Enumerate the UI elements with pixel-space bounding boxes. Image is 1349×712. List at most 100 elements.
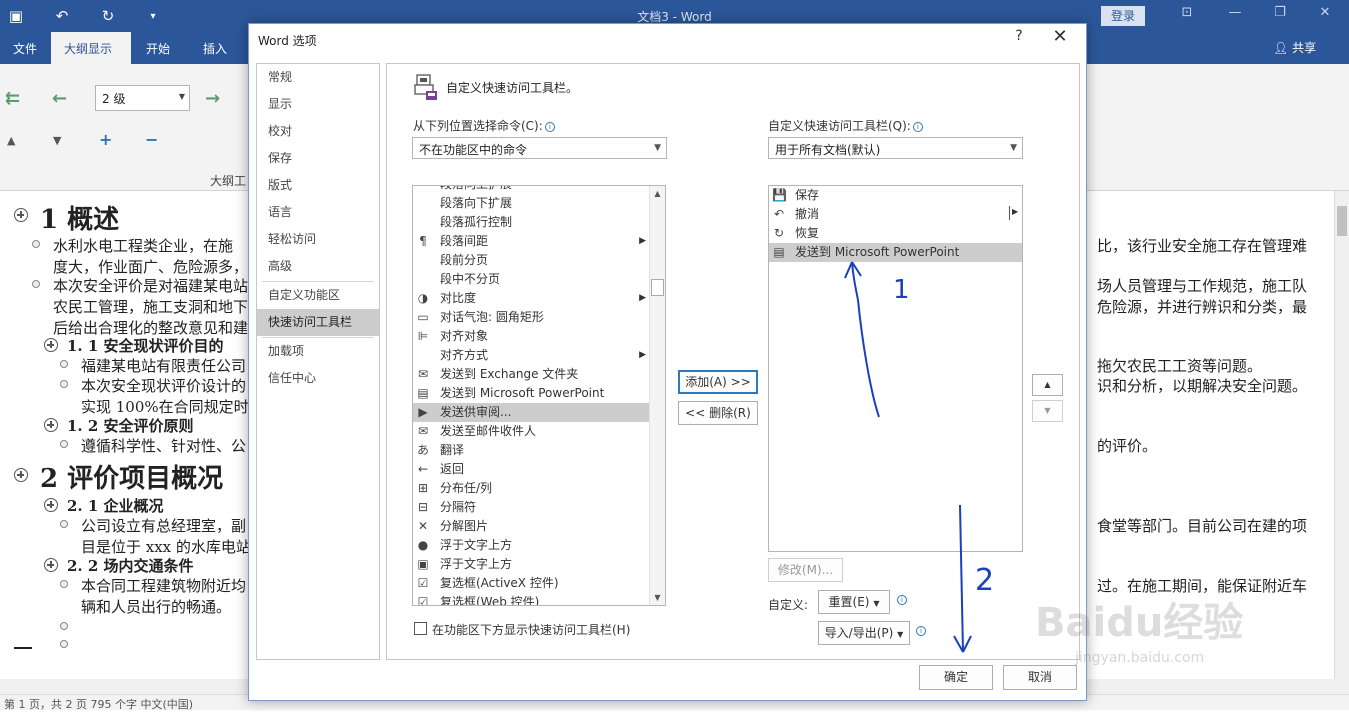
command-item[interactable]: ☑ 复选框(ActiveX 控件) xyxy=(413,574,650,593)
paragraph: 农民工管理，施工支洞和地下 xyxy=(53,298,249,316)
expand-heading-icon[interactable] xyxy=(44,338,58,352)
promote-to-heading1-icon[interactable]: ⇇ xyxy=(5,88,20,109)
qat-item[interactable]: ↶ 撤消 xyxy=(769,205,1022,224)
nav-item-general[interactable]: 常规 xyxy=(257,64,379,91)
command-item[interactable]: 段中不分页 xyxy=(413,270,650,289)
expand-heading-icon[interactable] xyxy=(14,468,28,482)
expand-icon[interactable]: + xyxy=(99,130,112,149)
show-below-ribbon-checkbox[interactable] xyxy=(414,622,427,635)
paragraph: 度大，作业面广、危险源多， xyxy=(53,258,249,276)
ok-button[interactable]: 确定 xyxy=(919,665,993,690)
command-item[interactable]: 段落向上扩展 xyxy=(413,186,650,194)
close-window-icon[interactable]: ✕ xyxy=(1310,5,1340,25)
cancel-button[interactable]: 取消 xyxy=(1003,665,1077,690)
move-down-icon[interactable]: ▼ xyxy=(53,134,61,147)
command-item[interactable]: 段落向下扩展 xyxy=(413,194,650,213)
maximize-icon[interactable]: ❐ xyxy=(1265,5,1295,25)
command-label: 发送供审阅... xyxy=(440,405,512,419)
move-down-button[interactable]: ▼ xyxy=(1032,400,1063,422)
reset-button[interactable]: 重置(E) ▼ xyxy=(818,590,890,614)
commands-list[interactable]: 段落向上扩展段落向下扩展段落孤行控制 ¶ 段落间距 ▶ 段前分页段中不分页 ◑ 对比度 ▶ ▭ 对… xyxy=(412,185,666,606)
help-icon[interactable]: ? xyxy=(1009,28,1029,44)
promote-icon[interactable]: ← xyxy=(52,88,67,109)
tab-insert[interactable]: 插入 xyxy=(190,32,240,64)
commands-list-scrollbar[interactable]: ▲ ▼ xyxy=(649,186,665,605)
command-item[interactable]: ⊫ 对齐对象 xyxy=(413,327,650,346)
info-icon[interactable]: i xyxy=(544,122,555,132)
nav-item-typography[interactable]: 版式 xyxy=(257,172,379,199)
demote-icon[interactable]: → xyxy=(205,88,220,109)
import-export-button[interactable]: 导入/导出(P) ▼ xyxy=(818,621,910,645)
command-item[interactable]: ← 返回 xyxy=(413,460,650,479)
minimize-icon[interactable]: — xyxy=(1220,5,1250,25)
command-item[interactable]: 段落孤行控制 xyxy=(413,213,650,232)
tab-home[interactable]: 开始 xyxy=(133,32,183,64)
paragraph: 本次安全现状评价设计的 xyxy=(81,377,247,395)
vertical-scrollbar[interactable] xyxy=(1334,191,1349,679)
modify-button[interactable]: 修改(M)... xyxy=(768,558,843,582)
qat-item[interactable]: ▤ 发送到 Microsoft PowerPoint xyxy=(769,243,1022,262)
command-item[interactable]: ¶ 段落间距 ▶ xyxy=(413,232,650,251)
command-item[interactable]: 段前分页 xyxy=(413,251,650,270)
command-item[interactable]: ⊞ 分布任/列 xyxy=(413,479,650,498)
qat-item[interactable]: ↻ 恢复 xyxy=(769,224,1022,243)
collapse-icon[interactable]: − xyxy=(145,130,158,149)
share-button[interactable]: 👤︎ 共享 xyxy=(1273,32,1316,64)
command-item[interactable]: ▶ 发送供审阅... xyxy=(413,403,650,422)
scroll-down-icon[interactable]: ▼ xyxy=(650,590,665,605)
add-button[interactable]: 添加(A) >> xyxy=(678,370,758,394)
ribbon-display-icon[interactable]: ⊡ xyxy=(1172,5,1202,25)
command-item[interactable]: ✕ 分解图片 xyxy=(413,517,650,536)
command-item[interactable]: ⊟ 分隔符 xyxy=(413,498,650,517)
command-item[interactable]: ◑ 对比度 ▶ xyxy=(413,289,650,308)
move-up-button[interactable]: ▲ xyxy=(1032,374,1063,396)
nav-item-advanced[interactable]: 高级 xyxy=(257,253,379,280)
qat-item[interactable]: 💾 保存 xyxy=(769,186,1022,205)
nav-item-customize-ribbon[interactable]: 自定义功能区 xyxy=(257,282,379,309)
expand-heading-icon[interactable] xyxy=(44,558,58,572)
command-icon: ● xyxy=(417,538,429,552)
nav-item-accessibility[interactable]: 轻松访问 xyxy=(257,226,379,253)
choose-commands-select[interactable]: 不在功能区中的命令 ▼ xyxy=(412,137,667,159)
expand-heading-icon[interactable] xyxy=(14,208,28,222)
nav-item-trust-center[interactable]: 信任中心 xyxy=(257,365,379,392)
login-button[interactable]: 登录 xyxy=(1101,6,1145,26)
command-item[interactable]: 对齐方式 ▶ xyxy=(413,346,650,365)
info-icon[interactable]: i xyxy=(912,122,923,132)
info-icon[interactable]: i xyxy=(897,595,907,605)
command-label: 复选框(Web 控件) xyxy=(440,595,540,606)
outline-level-select[interactable]: 2 级 ▼ xyxy=(95,85,190,111)
submenu-arrow-icon: ▶ xyxy=(639,350,646,360)
remove-button[interactable]: << 删除(R) xyxy=(678,401,758,425)
expand-heading-icon[interactable] xyxy=(44,418,58,432)
command-item[interactable]: ▤ 发送到 Microsoft PowerPoint xyxy=(413,384,650,403)
nav-item-addins[interactable]: 加载项 xyxy=(257,338,379,365)
info-icon[interactable]: i xyxy=(916,626,926,636)
close-icon[interactable]: ✕ xyxy=(1049,26,1071,47)
scroll-thumb[interactable] xyxy=(651,279,664,296)
command-item[interactable]: ▭ 对话气泡: 圆角矩形 xyxy=(413,308,650,327)
nav-item-display[interactable]: 显示 xyxy=(257,91,379,118)
command-label: 段落向下扩展 xyxy=(440,196,513,210)
command-item[interactable]: あ翻译 xyxy=(413,441,650,460)
scroll-thumb[interactable] xyxy=(1337,206,1347,236)
command-item[interactable]: ✉ 发送到 Exchange 文件夹 xyxy=(413,365,650,384)
nav-item-language[interactable]: 语言 xyxy=(257,199,379,226)
command-item[interactable]: ▣ 浮于文字上方 xyxy=(413,555,650,574)
command-icon: ¶ xyxy=(419,234,427,248)
chevron-down-icon: ▼ xyxy=(897,630,904,639)
customize-qat-select[interactable]: 用于所有文档(默认) ▼ xyxy=(768,137,1023,159)
tab-file[interactable]: 文件 xyxy=(0,32,50,64)
tab-outline[interactable]: 大纲显示 xyxy=(51,32,131,64)
qat-commands-list[interactable]: 💾 保存 ↶ 撤消 ↻ 恢复 ▤ 发送到 Microsoft PowerPoint ▶ xyxy=(768,185,1023,552)
command-item[interactable]: ✉ 发送至邮件收件人 xyxy=(413,422,650,441)
show-below-ribbon-label: 在功能区下方显示快速访问工具栏(H) xyxy=(432,623,631,637)
command-item[interactable]: ☑ 复选框(Web 控件) xyxy=(413,593,650,606)
move-up-icon[interactable]: ▲ xyxy=(7,134,15,147)
expand-heading-icon[interactable] xyxy=(44,498,58,512)
nav-item-proofing[interactable]: 校对 xyxy=(257,118,379,145)
nav-item-quick-access-toolbar[interactable]: 快速访问工具栏 xyxy=(257,309,379,336)
nav-item-save[interactable]: 保存 xyxy=(257,145,379,172)
command-item[interactable]: ● 浮于文字上方 xyxy=(413,536,650,555)
scroll-up-icon[interactable]: ▲ xyxy=(650,186,665,201)
